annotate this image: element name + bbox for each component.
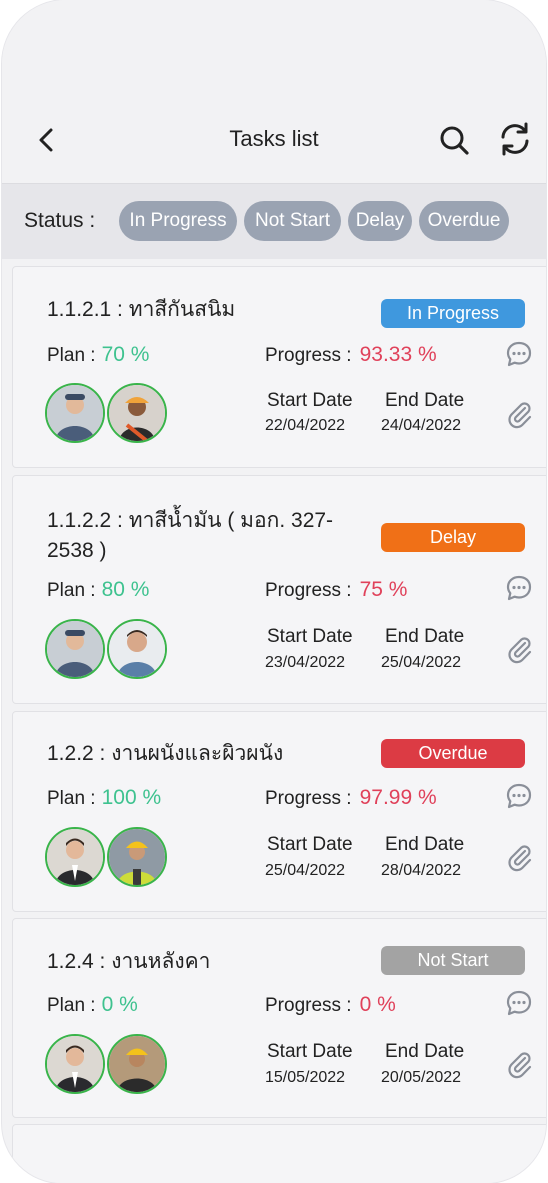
end-date-value: 20/05/2022 bbox=[381, 1069, 462, 1086]
comment-icon bbox=[506, 783, 532, 809]
plan-value: 0 % bbox=[101, 993, 138, 1016]
search-button[interactable] bbox=[436, 122, 472, 158]
start-date-label: Start Date bbox=[267, 834, 353, 855]
task-card[interactable]: 1.1.2.2 : ทาสีน้ำมัน ( มอก. 327-2538 ) D… bbox=[12, 475, 546, 704]
progress-value: 93.33 % bbox=[359, 343, 437, 366]
plan-label: Plan :70 % bbox=[47, 343, 150, 366]
plan-label: Plan :100 % bbox=[47, 786, 162, 809]
start-date-label: Start Date bbox=[267, 626, 353, 647]
plan-value: 70 % bbox=[101, 343, 150, 366]
start-date-label: Start Date bbox=[267, 390, 353, 411]
end-date-label: End Date bbox=[385, 626, 465, 647]
avatar[interactable] bbox=[107, 619, 167, 679]
paperclip-icon bbox=[508, 402, 532, 429]
worker-photo-icon bbox=[109, 1036, 165, 1092]
progress-label: Progress :97.99 % bbox=[265, 786, 437, 809]
status-filter-label: Status : bbox=[24, 209, 96, 232]
refresh-button[interactable] bbox=[496, 120, 534, 158]
attachment-button[interactable] bbox=[505, 399, 535, 429]
comment-icon bbox=[506, 341, 532, 367]
status-badge: Overdue bbox=[381, 739, 525, 768]
progress-value: 75 % bbox=[359, 578, 408, 601]
progress-value: 97.99 % bbox=[359, 786, 437, 809]
plan-value: 100 % bbox=[101, 786, 162, 809]
worker-photo-icon bbox=[47, 385, 103, 441]
businessman-photo-icon bbox=[47, 1036, 103, 1092]
avatar[interactable] bbox=[45, 619, 105, 679]
avatar[interactable] bbox=[45, 827, 105, 887]
avatar[interactable] bbox=[45, 383, 105, 443]
task-title: 1.1.2.1 : ทาสีกันสนิม bbox=[47, 298, 236, 321]
worker-photo-icon bbox=[109, 829, 165, 885]
end-date-label: End Date bbox=[385, 390, 465, 411]
start-date-value: 25/04/2022 bbox=[265, 862, 346, 879]
attachment-button[interactable] bbox=[505, 1049, 535, 1079]
end-date-value: 25/04/2022 bbox=[381, 654, 462, 671]
plan-label: Plan :80 % bbox=[47, 578, 150, 601]
start-date-value: 22/04/2022 bbox=[265, 417, 346, 434]
end-date-label: End Date bbox=[385, 834, 465, 855]
status-badge: Not Start bbox=[381, 946, 525, 975]
progress-label: Progress :75 % bbox=[265, 578, 408, 601]
avatar[interactable] bbox=[45, 1034, 105, 1094]
comment-button[interactable] bbox=[505, 340, 533, 368]
task-card-partial[interactable] bbox=[12, 1124, 546, 1183]
attachment-button[interactable] bbox=[505, 842, 535, 872]
end-date-label: End Date bbox=[385, 1041, 465, 1062]
avatar[interactable] bbox=[107, 383, 167, 443]
task-card[interactable]: 1.1.2.1 : ทาสีกันสนิม In Progress Plan :… bbox=[12, 266, 546, 468]
start-date-value: 23/04/2022 bbox=[265, 654, 346, 671]
phone-screen: Tasks list Status : In Progress Not Star… bbox=[2, 0, 546, 1183]
task-title: 1.2.4 : งานหลังคา bbox=[47, 950, 211, 973]
comment-icon bbox=[506, 575, 532, 601]
task-card[interactable]: 1.2.2 : งานผนังและผิวผนัง Overdue Plan :… bbox=[12, 711, 546, 912]
progress-label: Progress :0 % bbox=[265, 993, 396, 1016]
comment-button[interactable] bbox=[505, 989, 533, 1017]
start-date-label: Start Date bbox=[267, 1041, 353, 1062]
refresh-icon bbox=[501, 122, 529, 156]
end-date-value: 28/04/2022 bbox=[381, 862, 462, 879]
businessman-photo-icon bbox=[47, 829, 103, 885]
task-title: 1.1.2.2 : ทาสีน้ำมัน ( มอก. 327-2538 ) bbox=[47, 509, 334, 562]
app-header: Tasks list bbox=[2, 0, 546, 183]
task-card[interactable]: 1.2.4 : งานหลังคา Not Start Plan :0 % Pr… bbox=[12, 918, 546, 1118]
avatar[interactable] bbox=[107, 1034, 167, 1094]
status-badge: In Progress bbox=[381, 299, 525, 328]
progress-value: 0 % bbox=[359, 993, 396, 1016]
start-date-value: 15/05/2022 bbox=[265, 1069, 346, 1086]
worker-photo-icon bbox=[109, 385, 165, 441]
avatar[interactable] bbox=[107, 827, 167, 887]
filter-chip-not-start[interactable]: Not Start bbox=[244, 201, 341, 241]
search-icon bbox=[440, 126, 469, 155]
filter-chip-overdue[interactable]: Overdue bbox=[419, 201, 509, 241]
paperclip-icon bbox=[508, 637, 532, 664]
status-badge: Delay bbox=[381, 523, 525, 552]
person-photo-icon bbox=[109, 621, 165, 677]
attachment-button[interactable] bbox=[505, 634, 535, 664]
plan-value: 80 % bbox=[101, 578, 150, 601]
comment-button[interactable] bbox=[505, 782, 533, 810]
paperclip-icon bbox=[508, 1052, 532, 1079]
worker-photo-icon bbox=[47, 621, 103, 677]
filter-chip-in-progress[interactable]: In Progress bbox=[119, 201, 237, 241]
end-date-value: 24/04/2022 bbox=[381, 417, 462, 434]
status-filter-bar: Status : In Progress Not Start Delay Ove… bbox=[2, 183, 546, 259]
paperclip-icon bbox=[508, 845, 532, 872]
comment-icon bbox=[506, 990, 532, 1016]
plan-label: Plan :0 % bbox=[47, 993, 138, 1016]
progress-label: Progress :93.33 % bbox=[265, 343, 437, 366]
filter-chip-delay[interactable]: Delay bbox=[348, 201, 412, 241]
task-title: 1.2.2 : งานผนังและผิวผนัง bbox=[47, 742, 284, 765]
comment-button[interactable] bbox=[505, 574, 533, 602]
